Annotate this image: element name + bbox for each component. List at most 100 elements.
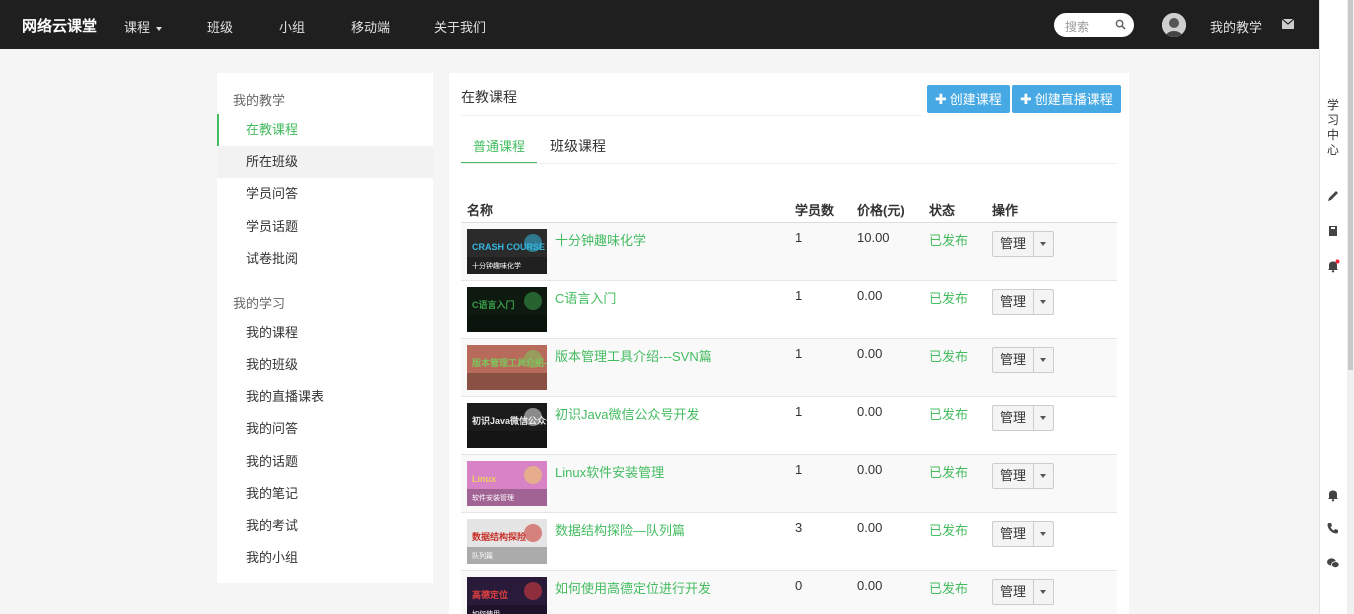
- table-row: 数据结构探险 队列篇 数据结构探险—队列篇 3 0.00 已发布 管理: [461, 513, 1117, 571]
- chevron-down-icon: [156, 26, 163, 31]
- user-avatar-icon: [1162, 13, 1186, 37]
- course-thumbnail[interactable]: C语言入门: [467, 287, 547, 332]
- chevron-down-icon[interactable]: [1040, 532, 1046, 536]
- svg-text:十分钟趣味化学: 十分钟趣味化学: [472, 261, 521, 270]
- my-teaching-link[interactable]: 我的教学: [1210, 17, 1262, 36]
- manage-button[interactable]: 管理: [993, 580, 1034, 604]
- book-icon[interactable]: [1326, 224, 1340, 238]
- tab-regular-courses[interactable]: 普通课程: [461, 136, 538, 164]
- chevron-down-icon[interactable]: [1040, 416, 1046, 420]
- avatar[interactable]: [1162, 13, 1186, 37]
- manage-button[interactable]: 管理: [993, 232, 1034, 256]
- table-row: Linux 软件安装管理 Linux软件安装管理 1 0.00 已发布 管理: [461, 455, 1117, 513]
- course-thumbnail[interactable]: Linux 软件安装管理: [467, 461, 547, 506]
- sidebar-item-my-classes-teaching[interactable]: 所在班级: [217, 146, 433, 178]
- learning-center-tab[interactable]: 学习中心: [1326, 98, 1340, 158]
- course-title-link[interactable]: C语言入门: [555, 288, 616, 307]
- svg-text:C语言入门: C语言入门: [472, 299, 515, 310]
- course-price: 0.00: [857, 520, 883, 535]
- course-price: 0.00: [857, 462, 883, 477]
- column-header-name: 名称: [467, 203, 494, 218]
- course-price: 0.00: [857, 578, 883, 593]
- search-icon[interactable]: [1115, 19, 1126, 30]
- student-count: 1: [795, 230, 803, 245]
- notification-bell-icon[interactable]: [1326, 488, 1340, 502]
- table-row: 版本管理工具介绍—SVN篇版本管理工具介绍---SVN篇 1 0.00 已发布 管理: [461, 339, 1117, 397]
- nav-item-label: 课程: [124, 20, 151, 35]
- search-input[interactable]: 搜索: [1054, 13, 1134, 37]
- course-title-link[interactable]: 十分钟趣味化学: [555, 230, 646, 249]
- chevron-down-icon[interactable]: [1040, 474, 1046, 478]
- course-thumbnail[interactable]: 版本管理工具介绍—SVN篇: [467, 345, 547, 390]
- sidebar-item-teaching-courses[interactable]: 在教课程: [217, 114, 433, 146]
- course-title-link[interactable]: 初识Java微信公众号开发: [555, 404, 699, 423]
- chevron-down-icon[interactable]: [1040, 358, 1046, 362]
- svg-text:初识Java微信公众号开发: 初识Java微信公众号开发: [472, 415, 547, 426]
- sidebar-item-my-notes[interactable]: 我的笔记: [217, 478, 433, 510]
- nav-item-classes[interactable]: 班级: [207, 17, 233, 36]
- manage-button-group: 管理: [992, 463, 1054, 489]
- svg-text:CRASH COURSE: CRASH COURSE: [472, 242, 545, 252]
- status-badge: 已发布: [929, 465, 969, 480]
- manage-button[interactable]: 管理: [993, 290, 1034, 314]
- course-thumbnail[interactable]: 初识Java微信公众号开发: [467, 403, 547, 448]
- create-live-course-button[interactable]: ✚ 创建直播课程: [1012, 85, 1121, 113]
- course-thumbnail[interactable]: 高德定位如何使用: [467, 577, 547, 614]
- phone-icon[interactable]: [1326, 521, 1340, 535]
- sidebar-item-student-topics[interactable]: 学员话题: [217, 211, 433, 243]
- sidebar-item-my-groups[interactable]: 我的小组: [217, 542, 433, 574]
- course-price: 0.00: [857, 288, 883, 303]
- column-header-action: 操作: [992, 203, 1019, 218]
- manage-button-group: 管理: [992, 289, 1054, 315]
- main-panel: 在教课程 ✚ 创建课程 ✚ 创建直播课程 普通课程 班级课程 名称 学员数 价格(元…: [449, 73, 1129, 614]
- nav-item-groups[interactable]: 小组: [279, 17, 305, 36]
- nav-item-mobile[interactable]: 移动端: [351, 17, 390, 36]
- course-title-link[interactable]: 如何使用高德定位进行开发: [555, 578, 711, 597]
- bell-notification-icon[interactable]: [1326, 259, 1340, 273]
- course-title-link[interactable]: Linux软件安装管理: [555, 462, 664, 481]
- nav-item-about[interactable]: 关于我们: [434, 17, 486, 36]
- pencil-icon[interactable]: [1326, 189, 1340, 203]
- plus-icon: ✚: [1020, 91, 1032, 107]
- manage-button[interactable]: 管理: [993, 406, 1034, 430]
- top-navbar: 网络云课堂 课程 班级 小组 移动端 关于我们 搜索 我的教学: [0, 0, 1319, 49]
- sidebar: 我的教学 在教课程 所在班级 学员问答 学员话题 试卷批阅 我的学习 我的课程 …: [217, 73, 433, 583]
- create-course-button[interactable]: ✚ 创建课程: [927, 85, 1010, 113]
- manage-button[interactable]: 管理: [993, 522, 1034, 546]
- scrollbar-thumb[interactable]: [1348, 0, 1353, 370]
- site-logo[interactable]: 网络云课堂: [22, 15, 97, 36]
- course-title-link[interactable]: 版本管理工具介绍---SVN篇: [555, 346, 712, 365]
- manage-button-group: 管理: [992, 347, 1054, 373]
- sidebar-item-live-schedule[interactable]: 我的直播课表: [217, 381, 433, 413]
- sidebar-item-my-classes[interactable]: 我的班级: [217, 349, 433, 381]
- student-count: 3: [795, 520, 803, 535]
- course-title-link[interactable]: 数据结构探险—队列篇: [555, 520, 685, 539]
- mail-icon[interactable]: [1282, 19, 1294, 29]
- sidebar-item-my-topics[interactable]: 我的话题: [217, 446, 433, 478]
- sidebar-item-student-qa[interactable]: 学员问答: [217, 178, 433, 210]
- course-thumbnail[interactable]: 数据结构探险 队列篇: [467, 519, 547, 564]
- chevron-down-icon[interactable]: [1040, 242, 1046, 246]
- student-count: 0: [795, 578, 803, 593]
- manage-button[interactable]: 管理: [993, 464, 1034, 488]
- manage-button[interactable]: 管理: [993, 348, 1034, 372]
- sidebar-item-my-exams[interactable]: 我的考试: [217, 510, 433, 542]
- nav-item-courses[interactable]: 课程: [124, 17, 163, 36]
- manage-button-group: 管理: [992, 521, 1054, 547]
- svg-text:Linux: Linux: [472, 474, 496, 484]
- sidebar-item-grading[interactable]: 试卷批阅: [217, 243, 433, 275]
- student-count: 1: [795, 462, 803, 477]
- wechat-icon[interactable]: [1326, 556, 1340, 570]
- student-count: 1: [795, 346, 803, 361]
- sidebar-item-my-courses[interactable]: 我的课程: [217, 317, 433, 349]
- chevron-down-icon[interactable]: [1040, 590, 1046, 594]
- tab-class-courses[interactable]: 班级课程: [550, 136, 606, 164]
- course-thumbnail[interactable]: CRASH COURSE 十分钟趣味化学: [467, 229, 547, 274]
- create-live-course-label: 创建直播课程: [1034, 92, 1113, 107]
- table-row: CRASH COURSE 十分钟趣味化学 十分钟趣味化学 1 10.00 已发布 管理: [461, 223, 1117, 281]
- sidebar-item-my-questions[interactable]: 我的问答: [217, 413, 433, 445]
- status-badge: 已发布: [929, 407, 969, 422]
- column-header-status: 状态: [929, 203, 956, 218]
- chevron-down-icon[interactable]: [1040, 300, 1046, 304]
- manage-button-group: 管理: [992, 405, 1054, 431]
